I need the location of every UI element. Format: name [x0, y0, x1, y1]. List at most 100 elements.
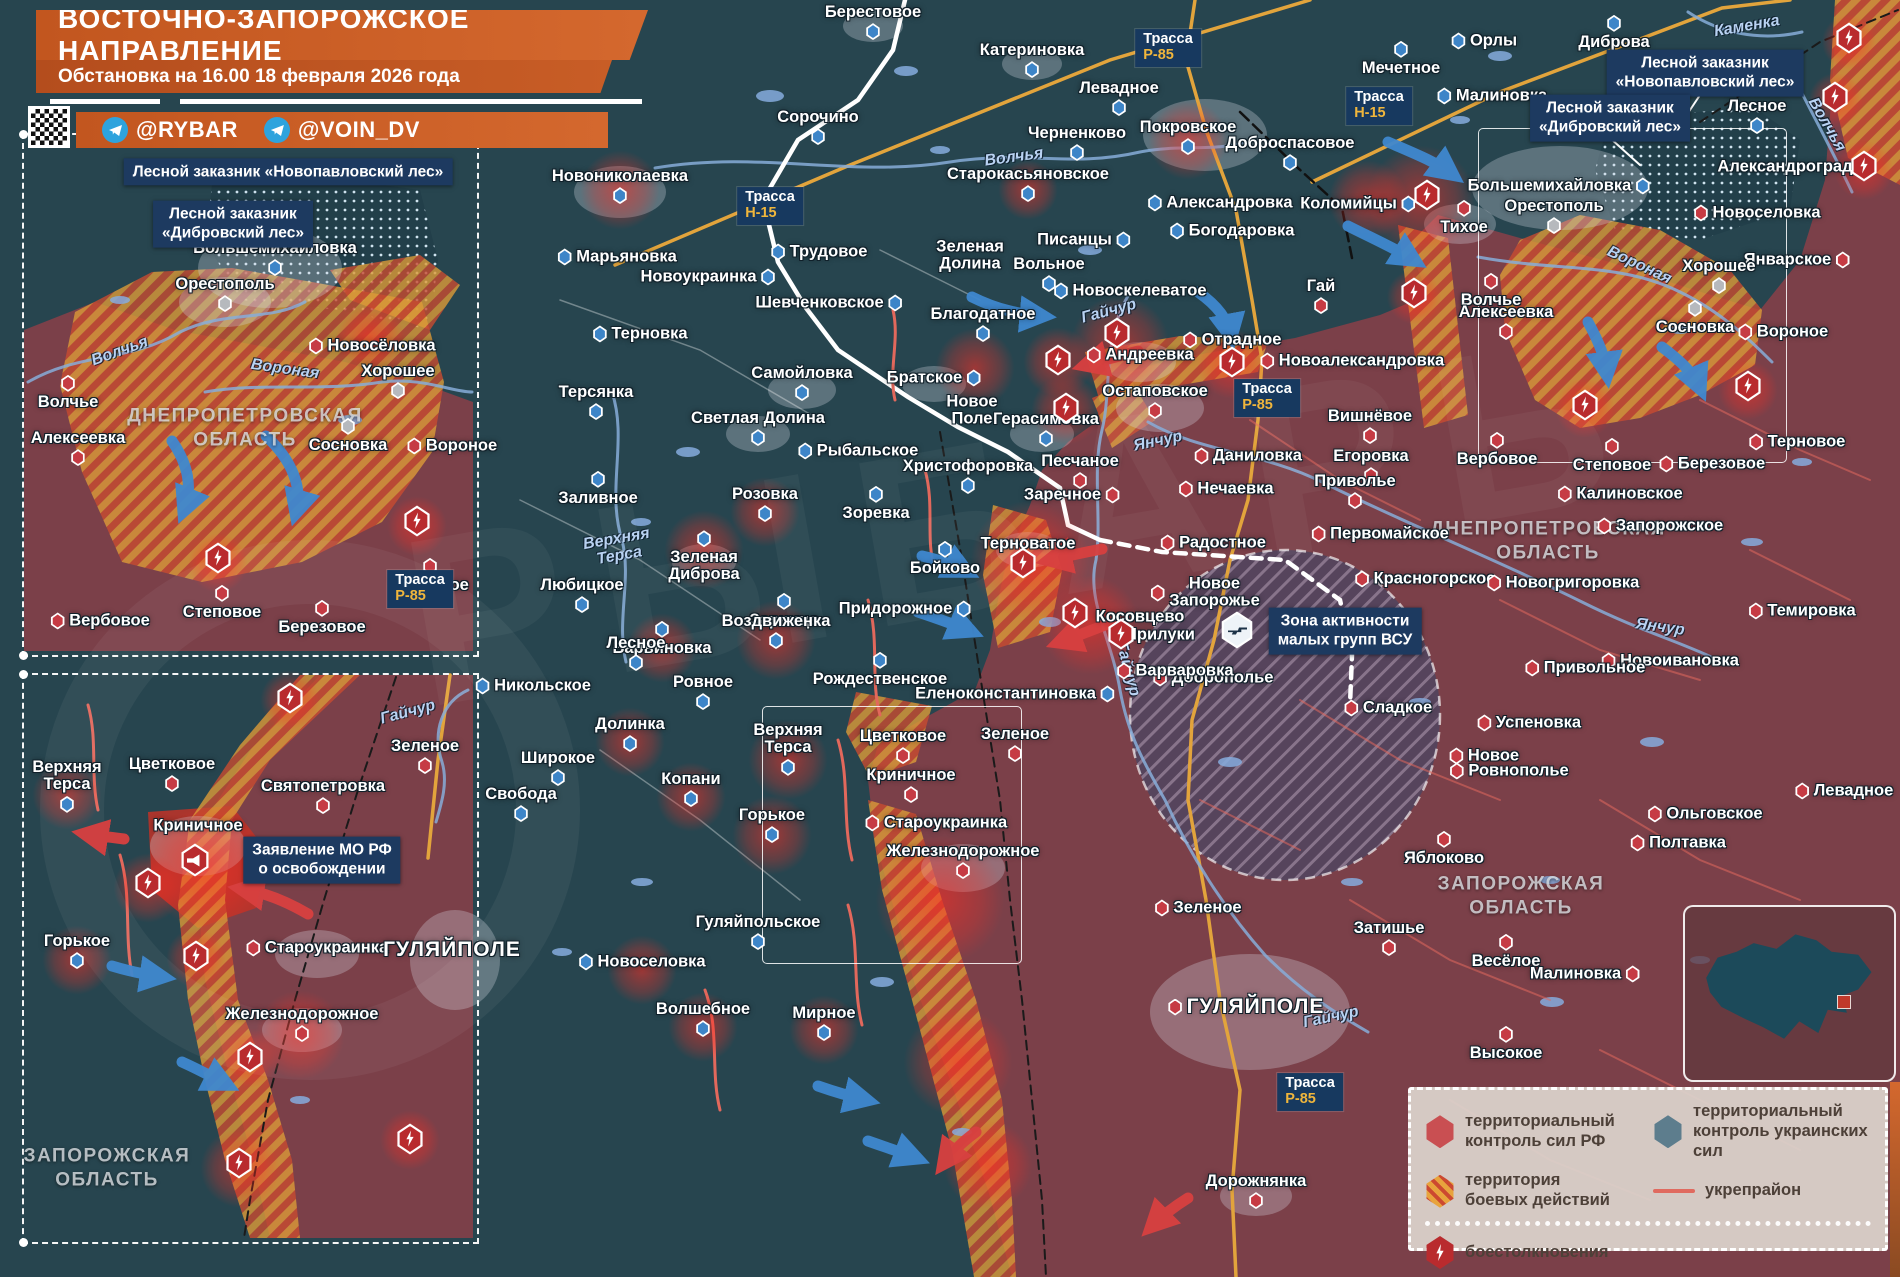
place-label: Дорожнянка: [1206, 1173, 1307, 1190]
place-Прилуки: Прилуки: [1125, 626, 1195, 643]
place-Староукраинка: Староукраинка: [246, 939, 388, 956]
place-pin: [1053, 283, 1068, 300]
legend-combat-zone-label: территориябоевых действий: [1465, 1171, 1610, 1211]
map-annotation: Зона активностималых групп ВСУ: [1269, 608, 1422, 655]
place-label: Варваровка: [1135, 662, 1233, 679]
place-label: Вороное: [1757, 323, 1828, 340]
place-label: Орлы: [1470, 32, 1517, 49]
place-Калиновское: Калиновское: [1557, 485, 1682, 502]
place-label: Самойловка: [751, 365, 852, 382]
place-Цветковое: Цветковое: [129, 756, 215, 792]
place-label: Трудовое: [790, 243, 868, 260]
place-Копани: Копани: [661, 771, 720, 807]
place-Вороное: Вороное: [1738, 323, 1828, 340]
legend-rf-control-label: территориальныйконтроль сил РФ: [1465, 1112, 1615, 1152]
place-Розовка: Розовка: [732, 486, 798, 522]
place-Криничное: Криничное: [153, 817, 242, 834]
place-label: Мечетное: [1362, 60, 1440, 77]
place-pin: [1168, 998, 1183, 1015]
place-label: Терновое: [1768, 433, 1846, 450]
place-Новоскелеватое: Новоскелеватое: [1053, 282, 1206, 299]
place-Большемихайловка: Большемихайловка: [1468, 177, 1651, 194]
place-label: ЗеленаяДиброва: [668, 549, 739, 584]
place-label: Богодаровка: [1189, 222, 1295, 239]
place-label: Заречное: [1024, 486, 1101, 503]
place-Березовое: Березовое: [1659, 455, 1765, 472]
place-pin: [514, 805, 529, 822]
place-pin: [61, 375, 76, 392]
place-Мечетное: Мечетное: [1362, 41, 1440, 77]
place-pin: [475, 678, 490, 695]
place-label: Березовое: [278, 619, 365, 636]
place-pin: [1178, 481, 1193, 498]
place-Новое Запорожье: НовоеЗапорожье: [1150, 576, 1260, 611]
telegram-handle-voin-dv[interactable]: @VOIN_DV: [264, 117, 420, 143]
place-pin: [1477, 715, 1492, 732]
place-label: Терсянка: [559, 384, 634, 401]
place-Доброспасовое: Доброспасовое: [1226, 135, 1355, 171]
place-Хорошее: Хорошее: [361, 363, 434, 399]
place-label: Черненково: [1028, 125, 1126, 142]
place-pin: [750, 933, 765, 950]
place-Заливное: Заливное: [558, 471, 638, 507]
telegram-handle-rybar[interactable]: @RYBAR: [102, 117, 238, 143]
place-label: Староукраинка: [884, 814, 1007, 831]
place-label: Большемихайловка: [1468, 177, 1632, 194]
place-Воздвиженка: Воздвиженка: [722, 613, 831, 649]
place-Богодаровка: Богодаровка: [1170, 222, 1295, 239]
place-pin: [1393, 41, 1408, 58]
place-Зеленое: Зеленое: [391, 738, 459, 774]
war-map-canvas: РЫБАРЬ БерестовоеКатериновкаЛевадноеЧерн…: [0, 0, 1900, 1277]
place-pin: [1025, 61, 1040, 78]
legend-ua-control-label: территориальныйконтроль украинских сил: [1693, 1102, 1871, 1161]
place-pin: [872, 652, 887, 669]
place-label: Ольговское: [1666, 805, 1762, 822]
place-Зеленая Диброва: ЗеленаяДиброва: [668, 530, 739, 584]
place-label: Воздвиженка: [722, 613, 831, 630]
place-label: Бойково: [910, 560, 980, 577]
place-pin: [1630, 835, 1645, 852]
place-Орестополь: Орестополь: [175, 276, 274, 312]
place-Запорожское: Запорожское: [1597, 517, 1723, 534]
place-Сосновка: Сосновка: [309, 418, 388, 454]
place-Марьяновка: Марьяновка: [557, 248, 677, 265]
place-pin: [1484, 273, 1499, 290]
place-label: Терноватое: [981, 535, 1076, 552]
legend-divider: [1425, 1221, 1871, 1226]
ukraine-silhouette: [1691, 917, 1881, 1062]
place-label: Светлая Долина: [691, 410, 825, 427]
place-Сорочино: Сорочино: [777, 109, 859, 145]
place-label: Новогригоровка: [1506, 574, 1640, 591]
place-label: ГУЛЯЙПОЛЕ: [1187, 996, 1325, 1018]
place-ГУЛЯЙПОЛЕ: ГУЛЯЙПОЛЕ: [1168, 996, 1325, 1018]
place-pin: [1498, 323, 1513, 340]
place-pin: [612, 187, 627, 204]
place-label: Ровнополье: [1468, 762, 1568, 779]
place-label: Вольное: [1013, 256, 1084, 273]
place-Привольное: Привольное: [1525, 659, 1646, 676]
map-annotation: Лесной заказник «Новопавловский лес»: [124, 158, 453, 185]
qr-code[interactable]: [28, 106, 70, 148]
place-pin: [1116, 232, 1131, 249]
place-pin: [1347, 492, 1362, 509]
place-label: Новоскелеватое: [1072, 282, 1206, 299]
place-label: Вороное: [426, 437, 497, 454]
place-pin: [1362, 427, 1377, 444]
place-Гуляйпольское: Гуляйпольское: [696, 914, 821, 950]
place-Братское: Братское: [887, 369, 981, 386]
road-badge: ТрассаР-85: [1135, 29, 1201, 67]
place-label: Зеленое: [1173, 899, 1241, 916]
place-Писанцы: Писанцы: [1037, 231, 1131, 248]
road-r: [1200, 800, 1300, 850]
place-label: Никольское: [494, 677, 591, 694]
legend-fortification-label: укрепрайон: [1705, 1181, 1801, 1201]
place-Шевченковское: Шевченковское: [755, 294, 902, 311]
place-pin: [1401, 196, 1416, 213]
place-Святопетровка: Святопетровка: [261, 778, 385, 814]
place-pin: [1344, 700, 1359, 717]
place-pin: [1382, 939, 1397, 956]
place-pin: [1116, 663, 1131, 680]
place-label: Запорожское: [1616, 517, 1723, 534]
place-pin: [1835, 252, 1850, 269]
road-badge: ТрассаР-85: [1234, 379, 1300, 417]
